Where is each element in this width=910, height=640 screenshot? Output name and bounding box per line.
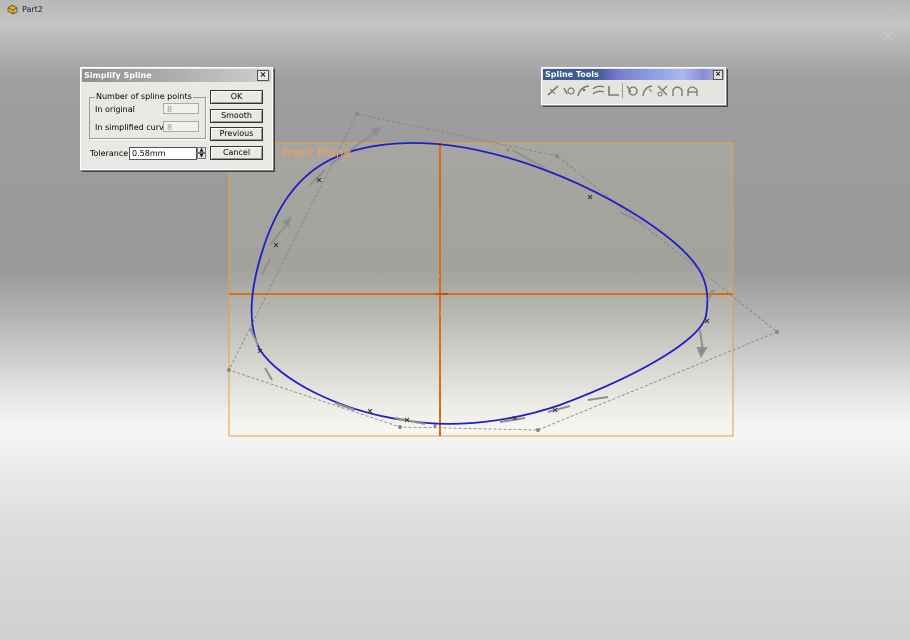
simplify-spline-icon[interactable] (591, 83, 605, 98)
front-plane-box[interactable] (228, 142, 734, 437)
toolbar-title: Spline Tools (545, 70, 599, 79)
previous-button[interactable]: Previous (210, 127, 263, 141)
spin-down-icon[interactable]: ▼ (197, 153, 206, 159)
smooth-button[interactable]: Smooth (210, 109, 263, 123)
simplify-spline-dialog: Simplify Spline × Number of spline point… (80, 67, 273, 170)
in-original-field: 8 (163, 103, 199, 114)
toolbar-separator (622, 83, 623, 98)
fit-spline-icon[interactable] (655, 83, 669, 98)
ok-button[interactable]: OK (210, 90, 263, 104)
cancel-button[interactable]: Cancel (210, 146, 263, 160)
toolbar-title-bar[interactable]: Spline Tools × (543, 69, 724, 80)
in-original-label: In original (95, 105, 135, 114)
tolerance-spinner[interactable]: ▲ ▼ (197, 147, 206, 160)
add-tangency-control-icon[interactable] (546, 83, 560, 98)
group-title: Number of spline points (95, 92, 193, 101)
show-inflection-points-icon[interactable] (606, 83, 620, 98)
close-icon[interactable]: × (257, 70, 269, 81)
intersection-curve-icon[interactable] (685, 83, 699, 98)
in-simplified-label: In simplified curve: (95, 123, 172, 132)
convert-entities-icon[interactable] (670, 83, 684, 98)
tolerance-input[interactable]: 0.58mm (129, 147, 197, 160)
in-simplified-field: 8 (163, 121, 199, 132)
dialog-title-bar[interactable]: Simplify Spline × (82, 69, 271, 82)
show-curvature-combs-icon[interactable] (640, 83, 654, 98)
dialog-title: Simplify Spline (84, 71, 152, 80)
toolbar-buttons (542, 81, 725, 100)
tolerance-label: Tolerance (90, 149, 129, 158)
plane-label: Front Plane (282, 146, 352, 160)
show-minimum-radius-icon[interactable] (625, 83, 639, 98)
toolbar-close-icon[interactable]: × (713, 70, 723, 80)
spline-tools-toolbar: Spline Tools × (541, 67, 726, 105)
add-curvature-control-icon[interactable] (561, 83, 575, 98)
insert-spline-point-icon[interactable] (576, 83, 590, 98)
